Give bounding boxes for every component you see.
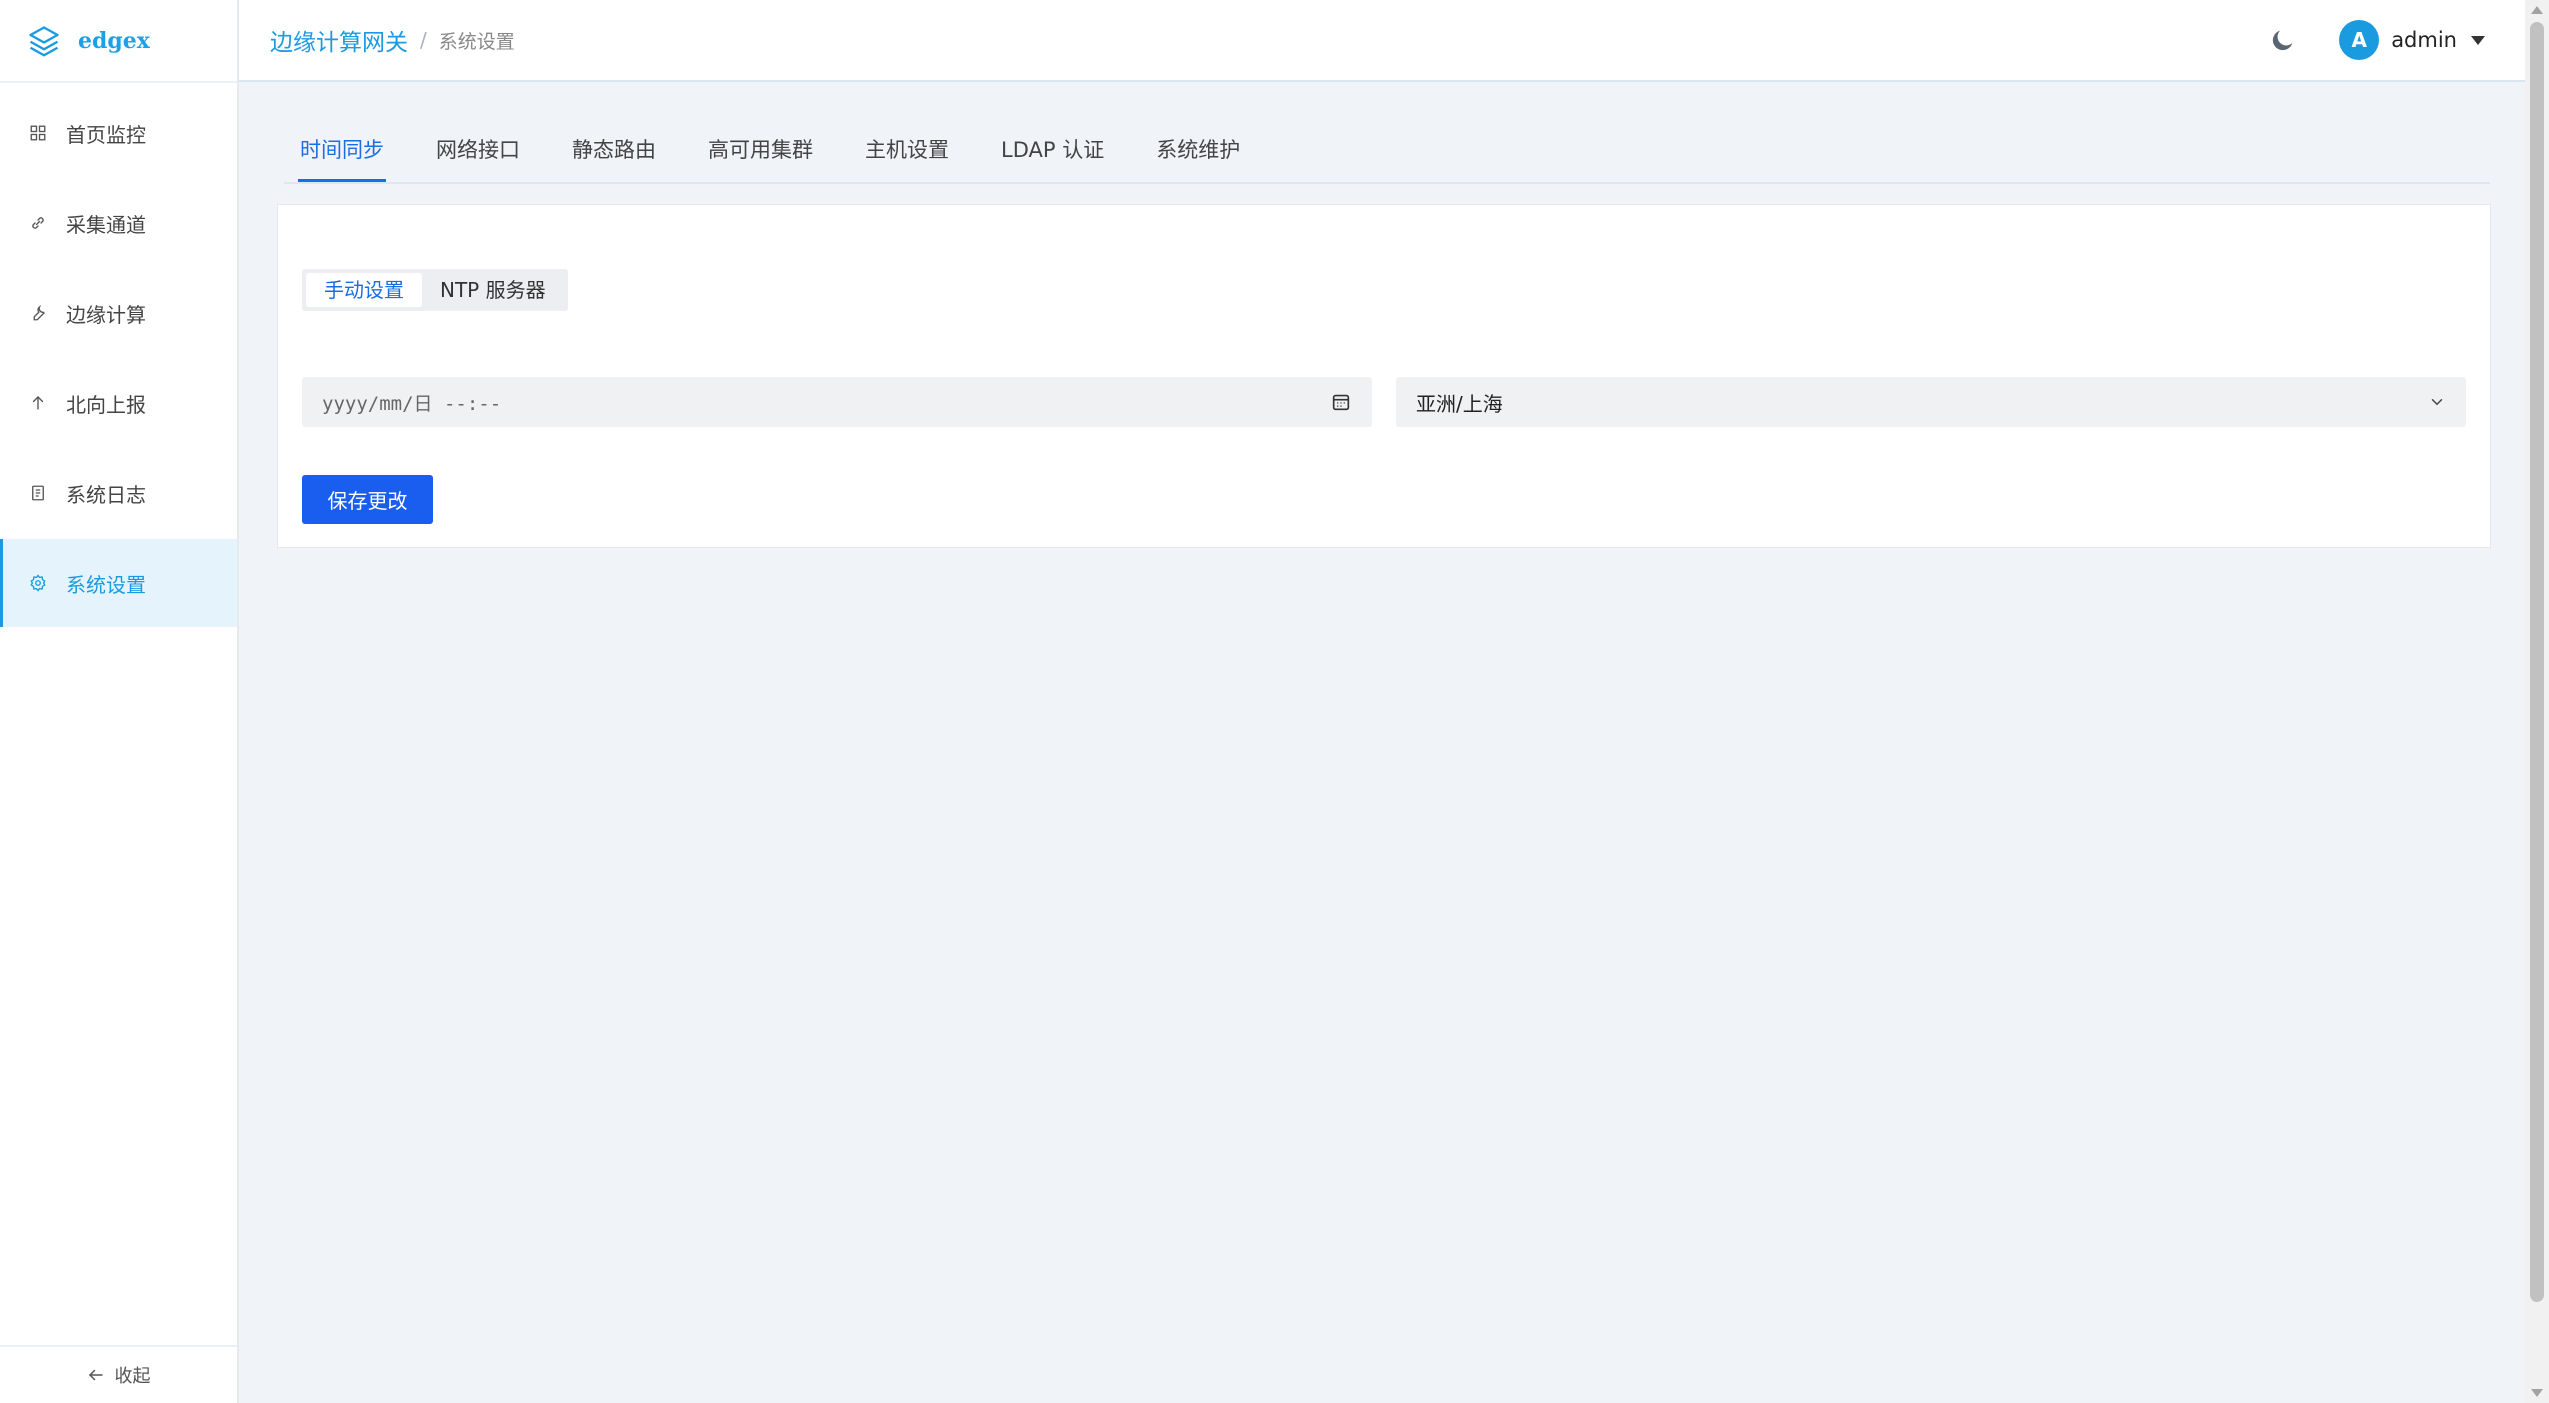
- tab-ldap-auth[interactable]: LDAP 认证: [999, 132, 1106, 180]
- chevron-down-icon: [2431, 399, 2443, 406]
- sync-mode-segmented-control: 手动设置 NTP 服务器: [302, 269, 568, 311]
- username[interactable]: admin: [2391, 28, 2457, 52]
- tab-system-maintenance[interactable]: 系统维护: [1154, 132, 1242, 180]
- sidebar-item-label: 系统设置: [66, 572, 146, 597]
- sidebar-item-label: 采集通道: [66, 212, 146, 237]
- logo-text: edgex: [78, 27, 150, 54]
- time-sync-card: 手动设置 NTP 服务器 yyyy/mm/日 --:-- 亚洲/上海 保存更改: [277, 204, 2491, 548]
- arrow-up-icon: [28, 393, 48, 413]
- collapse-label: 收起: [114, 1366, 151, 1387]
- sidebar-item-settings[interactable]: 系统设置: [0, 539, 237, 627]
- header-actions: A admin: [2269, 20, 2485, 60]
- datetime-input[interactable]: yyyy/mm/日 --:--: [302, 377, 1372, 427]
- sidebar-item-label: 首页监控: [66, 122, 146, 147]
- wrench-icon: [28, 303, 48, 323]
- calendar-icon[interactable]: [1330, 391, 1352, 413]
- avatar[interactable]: A: [2339, 20, 2380, 60]
- sidebar-item-edge-compute[interactable]: 边缘计算: [0, 269, 237, 357]
- tab-host-settings[interactable]: 主机设置: [863, 132, 951, 180]
- document-icon: [28, 483, 48, 503]
- sidebar-item-label: 北向上报: [66, 392, 146, 417]
- sidebar-item-label: 系统日志: [66, 482, 146, 507]
- breadcrumb-root[interactable]: 边缘计算网关: [270, 23, 408, 57]
- sidebar-nav: 首页监控 采集通道 边缘计算 北向上报 系统日志 系统设置: [0, 89, 237, 627]
- tab-time-sync[interactable]: 时间同步: [298, 132, 386, 182]
- scroll-up-arrow-icon[interactable]: [2531, 6, 2543, 14]
- sidebar-item-northbound[interactable]: 北向上报: [0, 359, 237, 447]
- breadcrumb-current: 系统设置: [438, 30, 515, 53]
- breadcrumb-separator: /: [420, 28, 427, 52]
- timezone-select[interactable]: 亚洲/上海: [1396, 377, 2466, 427]
- top-header: 边缘计算网关 / 系统设置 A admin: [239, 0, 2525, 82]
- mode-ntp-option[interactable]: NTP 服务器: [422, 273, 564, 307]
- tab-network-interface[interactable]: 网络接口: [434, 132, 522, 180]
- caret-down-icon[interactable]: [2471, 35, 2485, 45]
- tab-static-route[interactable]: 静态路由: [570, 132, 658, 180]
- grid-icon: [28, 123, 48, 143]
- link-icon: [28, 213, 48, 233]
- layers-logo-icon: [29, 25, 59, 56]
- scroll-down-arrow-icon[interactable]: [2531, 1389, 2543, 1397]
- datetime-placeholder: yyyy/mm/日 --:--: [322, 392, 502, 415]
- sidebar-item-logs[interactable]: 系统日志: [0, 449, 237, 537]
- scroll-thumb[interactable]: [2530, 22, 2544, 1302]
- tab-ha-cluster[interactable]: 高可用集群: [706, 132, 815, 180]
- collapse-sidebar-button[interactable]: 收起: [0, 1345, 237, 1403]
- arrow-left-icon: [88, 1369, 103, 1381]
- sidebar-item-dashboard[interactable]: 首页监控: [0, 89, 237, 177]
- moon-icon[interactable]: [2269, 26, 2297, 54]
- logo[interactable]: edgex: [0, 0, 237, 83]
- gear-icon: [28, 573, 48, 593]
- settings-tabs: 时间同步 网络接口 静态路由 高可用集群 主机设置 LDAP 认证 系统维护: [284, 132, 2490, 184]
- sidebar: edgex 首页监控 采集通道 边缘计算 北向上报 系统日志 系统设置 收起: [0, 0, 239, 1403]
- mode-manual-option[interactable]: 手动设置: [306, 273, 422, 307]
- sidebar-item-channels[interactable]: 采集通道: [0, 179, 237, 267]
- page-scrollbar[interactable]: [2525, 0, 2549, 1403]
- timezone-value: 亚洲/上海: [1416, 391, 1503, 416]
- sidebar-item-label: 边缘计算: [66, 302, 146, 327]
- save-button[interactable]: 保存更改: [302, 475, 433, 524]
